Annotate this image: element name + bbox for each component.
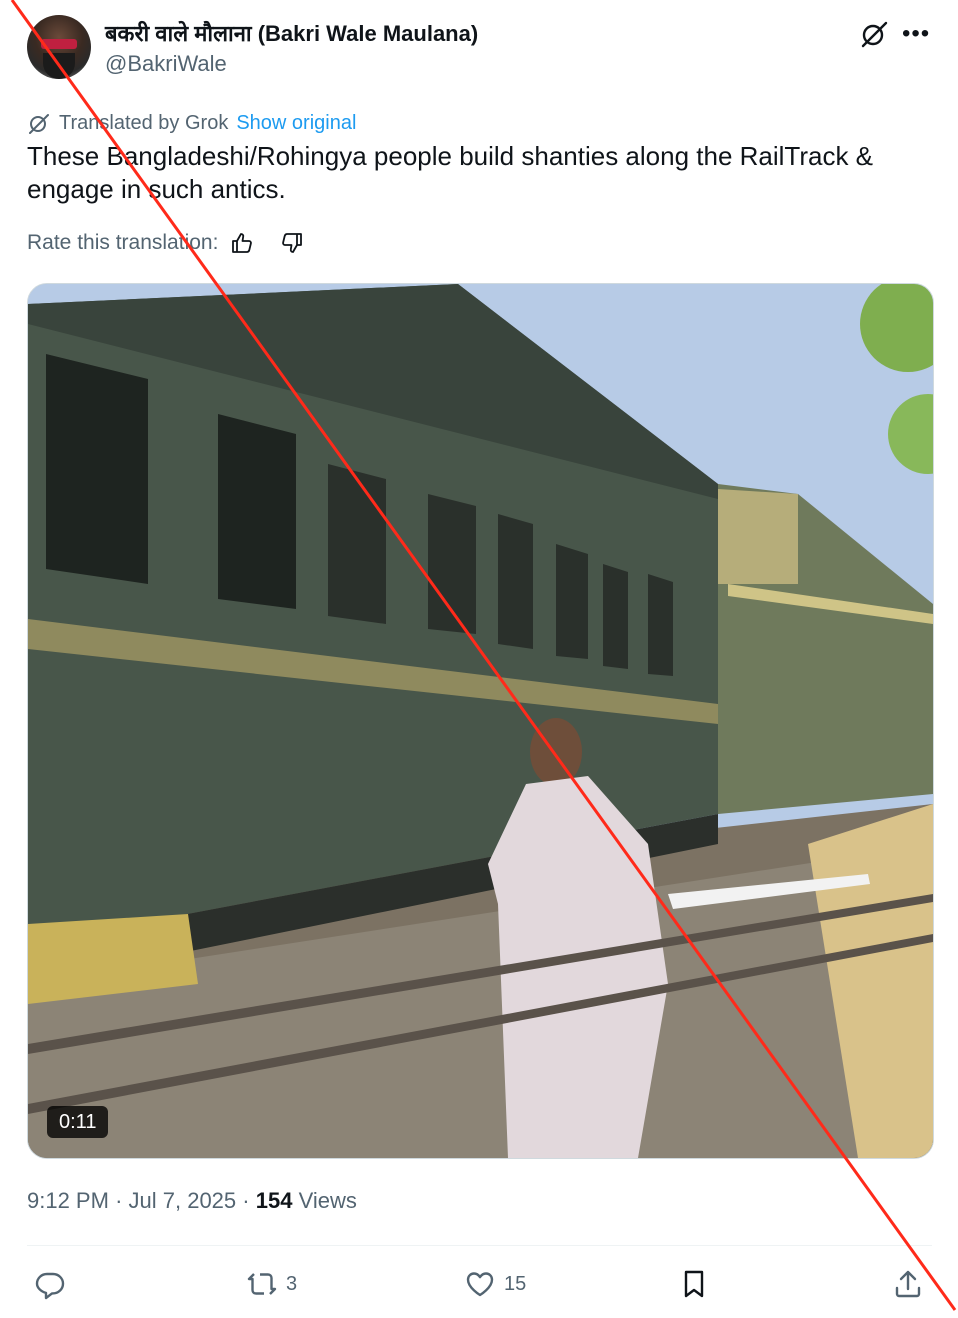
avatar-glasses xyxy=(41,39,77,49)
translation-bar: Translated by Grok Show original xyxy=(27,110,356,136)
tweet-text: These Bangladeshi/Rohingya people build … xyxy=(27,141,874,204)
video-player[interactable]: 0:11 xyxy=(27,283,934,1159)
grok-translate-icon xyxy=(29,114,49,134)
repost-count: 3 xyxy=(286,1272,298,1295)
grok-icon[interactable] xyxy=(858,18,890,50)
thumbs-up-icon[interactable] xyxy=(230,231,254,255)
bookmark-icon xyxy=(684,1270,704,1298)
avatar[interactable] xyxy=(27,15,91,79)
share-icon xyxy=(895,1270,921,1298)
tweet-date[interactable]: Jul 7, 2025 xyxy=(129,1188,237,1213)
rate-translation: Rate this translation: xyxy=(27,229,304,257)
author-display-name[interactable]: बकरी वाले मौलाना (Bakri Wale Maulana) xyxy=(105,18,478,48)
tweet-meta: 9:12 PM · Jul 7, 2025 · 154 Views xyxy=(27,1188,357,1214)
video-duration-badge: 0:11 xyxy=(47,1106,109,1138)
views-count: 154 xyxy=(255,1188,293,1213)
thumbs-down-icon[interactable] xyxy=(280,231,304,255)
share-button[interactable] xyxy=(892,1262,924,1306)
show-original-link[interactable]: Show original xyxy=(236,112,356,135)
repost-button[interactable]: 3 xyxy=(246,1262,297,1306)
tweet-time[interactable]: 9:12 PM xyxy=(27,1188,109,1213)
reply-icon xyxy=(35,1272,65,1300)
action-bar: 3 15 xyxy=(0,1262,958,1306)
like-button[interactable]: 15 xyxy=(464,1262,526,1306)
bookmark-button[interactable] xyxy=(678,1262,710,1306)
video-frame xyxy=(28,284,933,1158)
author-handle[interactable]: @BakriWale xyxy=(105,51,227,77)
views-label: Views xyxy=(298,1188,357,1213)
meta-separator-2: · xyxy=(242,1188,250,1213)
divider xyxy=(27,1245,932,1246)
reply-button[interactable] xyxy=(34,1262,66,1306)
translated-by-label: Translated by Grok xyxy=(59,111,229,134)
rate-translation-label: Rate this translation: xyxy=(27,231,219,254)
repost-icon xyxy=(247,1273,277,1295)
more-icon[interactable]: ••• xyxy=(902,20,934,48)
like-count: 15 xyxy=(504,1272,527,1295)
meta-separator: · xyxy=(115,1188,123,1213)
avatar-beard xyxy=(43,53,75,79)
heart-icon xyxy=(466,1272,494,1297)
